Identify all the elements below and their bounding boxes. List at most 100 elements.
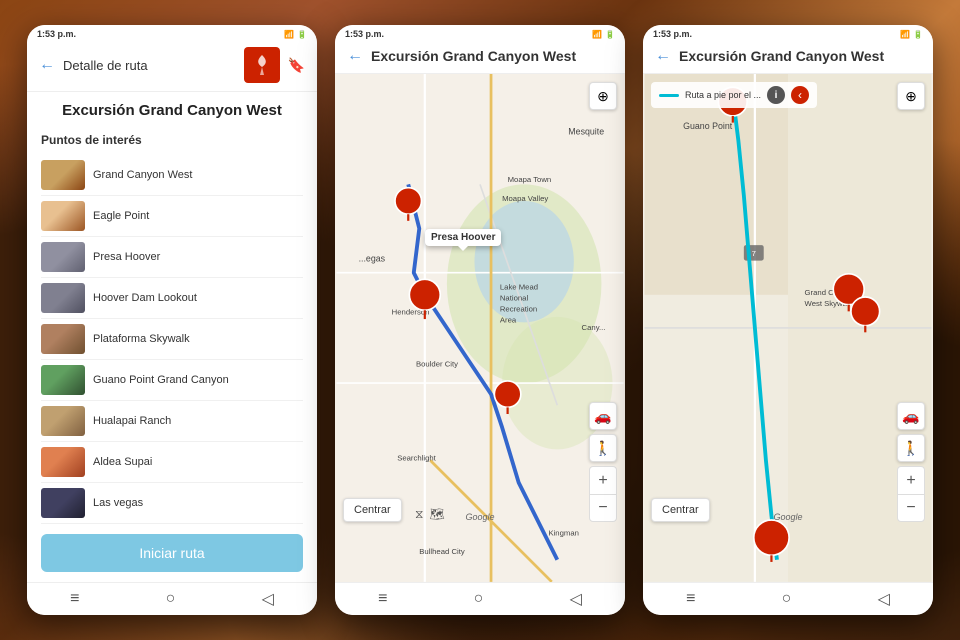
poi-item[interactable]: Hoover Dam Lookout: [41, 278, 303, 319]
poi-item[interactable]: Guano Point Grand Canyon: [41, 360, 303, 401]
phone1-footer: Iniciar ruta: [27, 534, 317, 582]
svg-text:Cany...: Cany...: [582, 323, 606, 332]
info-button[interactable]: i: [767, 86, 785, 104]
poi-thumb-skywalk: [41, 324, 85, 354]
phone2-center-button[interactable]: Centrar: [343, 498, 402, 522]
phone3-header: ← Excursión Grand Canyon West: [643, 41, 933, 74]
zoom-in-button[interactable]: +: [589, 466, 617, 494]
home-icon[interactable]: ○: [166, 590, 176, 608]
poi-name: Presa Hoover: [93, 251, 160, 263]
poi-name: Grand Canyon West: [93, 169, 192, 181]
phone3-google-logo: Google: [773, 512, 802, 522]
zoom-in-button[interactable]: +: [897, 466, 925, 494]
car-mode-button[interactable]: 🚗: [589, 402, 617, 430]
phone2-zoom-controls: + −: [589, 466, 617, 522]
locate-button[interactable]: ⊕: [897, 82, 925, 110]
phone3: 1:53 p.m. 📶 🔋 ← Excursión Grand Canyon W…: [643, 25, 933, 615]
svg-text:Moapa Town: Moapa Town: [508, 175, 552, 184]
compass-icon[interactable]: ⧖: [415, 507, 423, 522]
phone3-bottom-nav: ≡ ○ ◁: [643, 582, 933, 615]
legend-text: Ruta a pie por el ...: [685, 90, 761, 100]
poi-item[interactable]: Eagle Point: [41, 196, 303, 237]
phone2-bottom-nav: ≡ ○ ◁: [335, 582, 625, 615]
back-icon[interactable]: ◁: [570, 589, 582, 609]
poi-name: Aldea Supai: [93, 456, 152, 468]
phone1-header: ← Detalle de ruta 🔖: [27, 41, 317, 92]
poi-thumb-aldea: [41, 447, 85, 477]
svg-text:Moapa Valley: Moapa Valley: [502, 194, 548, 203]
svg-text:...egas: ...egas: [359, 254, 386, 264]
poi-item[interactable]: Las vegas: [41, 483, 303, 524]
poi-thumb-eagle: [41, 201, 85, 231]
phone1-bookmark-icon[interactable]: 🔖: [288, 57, 305, 74]
poi-name: Las vegas: [93, 497, 143, 509]
poi-item[interactable]: Plataforma Skywalk: [41, 319, 303, 360]
menu-icon[interactable]: ≡: [686, 590, 695, 608]
phone3-map-controls: ⊕: [897, 82, 925, 110]
svg-text:Guano Point: Guano Point: [683, 121, 733, 131]
zoom-out-button[interactable]: −: [897, 494, 925, 522]
poi-thumb-hooverdam: [41, 283, 85, 313]
start-route-button[interactable]: Iniciar ruta: [41, 534, 303, 572]
phone2-status-bar: 1:53 p.m. 📶 🔋: [335, 25, 625, 41]
phone1-back-button[interactable]: ←: [39, 56, 55, 74]
phone3-status-icons: 📶 🔋: [900, 30, 923, 39]
phone1-content: Excursión Grand Canyon West Puntos de in…: [27, 92, 317, 534]
zoom-out-button[interactable]: −: [589, 494, 617, 522]
phone1-logo: [244, 47, 280, 83]
phone1-time: 1:53 p.m.: [37, 29, 76, 39]
phone1-status-bar: 1:53 p.m. 📶 🔋: [27, 25, 317, 41]
poi-thumb-gcw: [41, 160, 85, 190]
phone3-center-button[interactable]: Centrar: [651, 498, 710, 522]
phone2-back-button[interactable]: ←: [347, 47, 363, 65]
svg-text:7: 7: [752, 249, 756, 258]
walk-mode-button[interactable]: 🚶: [897, 434, 925, 462]
menu-icon[interactable]: ≡: [70, 590, 79, 608]
phone2-header: ← Excursión Grand Canyon West: [335, 41, 625, 74]
legend-line: [659, 94, 679, 97]
phone2: 1:53 p.m. 📶 🔋 ← Excursión Grand Canyon W…: [335, 25, 625, 615]
back-icon[interactable]: ◁: [262, 589, 274, 609]
poi-name: Plataforma Skywalk: [93, 333, 190, 345]
phone1: 1:53 p.m. 📶 🔋 ← Detalle de ruta 🔖 Excurs…: [27, 25, 317, 615]
poi-item[interactable]: Aldea Supai: [41, 442, 303, 483]
back-icon[interactable]: ◁: [878, 589, 890, 609]
svg-text:Kingman: Kingman: [548, 529, 578, 538]
svg-text:Recreation: Recreation: [500, 305, 537, 314]
poi-thumb-vegas: [41, 488, 85, 518]
phone3-time: 1:53 p.m.: [653, 29, 692, 39]
poi-name: Hoover Dam Lookout: [93, 292, 197, 304]
locate-button[interactable]: ⊕: [589, 82, 617, 110]
phone2-header-title: Excursión Grand Canyon West: [371, 47, 576, 65]
close-legend-button[interactable]: ‹: [791, 86, 809, 104]
walk-mode-button[interactable]: 🚶: [589, 434, 617, 462]
poi-name: Hualapai Ranch: [93, 415, 171, 427]
phone2-google-logo: Google: [465, 512, 494, 522]
car-mode-button[interactable]: 🚗: [897, 402, 925, 430]
phone2-callout: Presa Hoover: [425, 229, 501, 246]
phone3-header-title: Excursión Grand Canyon West: [679, 47, 884, 65]
phone2-nav-icons: ⧖ 🗺: [415, 507, 445, 522]
phone3-back-button[interactable]: ←: [655, 47, 671, 65]
poi-thumb-hualapai: [41, 406, 85, 436]
svg-text:Area: Area: [500, 316, 517, 325]
section-title: Puntos de interés: [41, 133, 303, 147]
poi-item[interactable]: Hualapai Ranch: [41, 401, 303, 442]
logo-icon: [250, 53, 274, 77]
menu-icon[interactable]: ≡: [378, 590, 387, 608]
poi-name: Guano Point Grand Canyon: [93, 374, 229, 386]
maps-icon[interactable]: 🗺: [429, 507, 444, 522]
svg-text:Searchlight: Searchlight: [397, 454, 436, 463]
phone3-status-bar: 1:53 p.m. 📶 🔋: [643, 25, 933, 41]
home-icon[interactable]: ○: [782, 590, 792, 608]
poi-item[interactable]: Presa Hoover: [41, 237, 303, 278]
home-icon[interactable]: ○: [474, 590, 484, 608]
poi-item[interactable]: Grand Canyon West: [41, 155, 303, 196]
phone2-transport-controls: 🚗 🚶: [589, 402, 617, 462]
phone2-time: 1:53 p.m.: [345, 29, 384, 39]
route-title: Excursión Grand Canyon West: [41, 102, 303, 119]
phone3-transport-controls: 🚗 🚶: [897, 402, 925, 462]
svg-text:National: National: [500, 293, 529, 302]
poi-name: Eagle Point: [93, 210, 149, 222]
phone2-map-controls: ⊕: [589, 82, 617, 110]
